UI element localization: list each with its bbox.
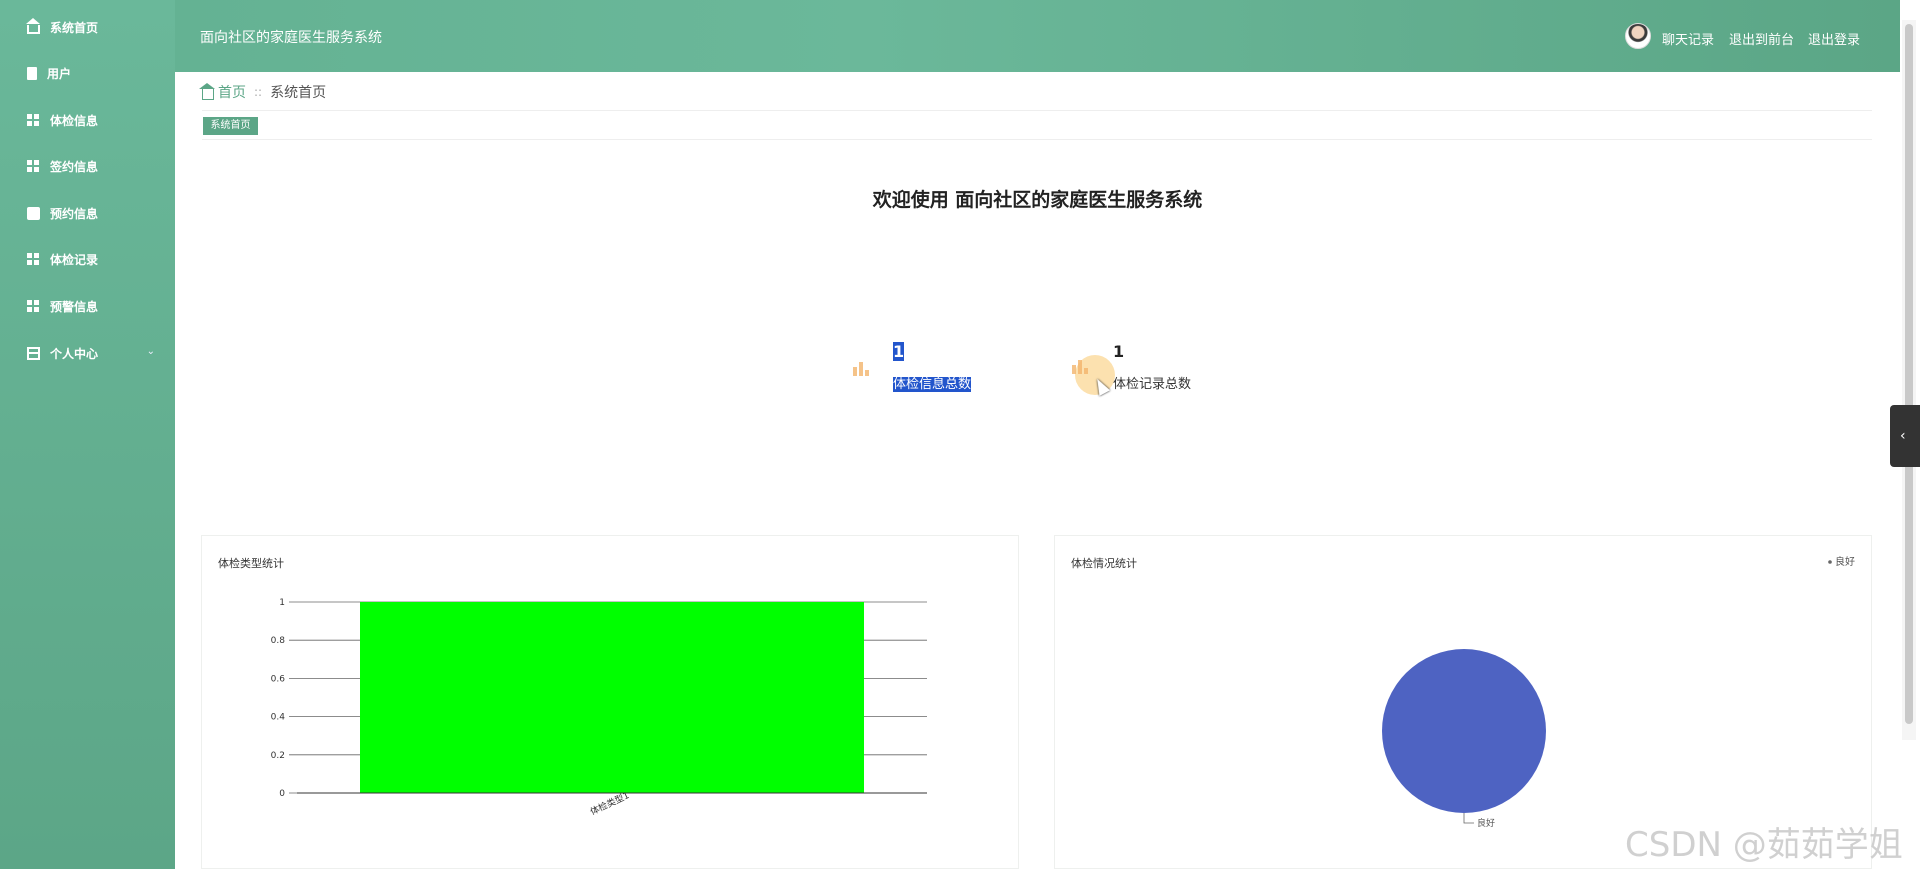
sidebar-item-contract-info[interactable]: 签约信息 [0,151,175,181]
watermark: CSDN @茹茹学姐 [1625,825,1903,865]
breadcrumb: 首页 :: 系统首页 [199,82,327,102]
label-leader-line [1463,813,1474,824]
welcome-heading: 欢迎使用 面向社区的家庭医生服务系统 [872,189,1203,211]
stat-value: 1 [1113,342,1125,361]
stat-label: 体检记录总数 [1113,377,1192,392]
bar-chart-icon [852,360,874,376]
sidebar-item-exam-records[interactable]: 体检记录 [0,244,175,274]
sidebar-item-label: 体检信息 [50,113,99,128]
user-doc-icon [27,66,37,80]
tab-home[interactable]: 系统首页 [203,117,258,135]
home-icon [199,82,215,100]
y-tick-label: 0 [279,789,285,799]
home-icon [26,17,40,34]
sidebar: 系统首页 用户 体检信息 签约信息 预约信息 体检记录 预警信息 个人中心 ⌄ [0,0,175,869]
breadcrumb-current: 系统首页 [270,85,327,101]
chart-card-exam-type: 体检类型统计 0 0.2 0.4 0.6 0.8 1 体检类型1 [201,535,1019,869]
chat-records-link[interactable]: 聊天记录 [1662,29,1714,48]
sidebar-item-label: 个人中心 [50,346,99,361]
y-tick-label: 0.6 [271,674,286,684]
sidebar-item-personal-center[interactable]: 个人中心 ⌄ [0,338,175,368]
y-tick-label: 1 [279,598,285,608]
bar-chart-icon [1071,358,1093,374]
divider [202,139,1872,140]
exit-to-frontend-link[interactable]: 退出到前台 [1729,29,1794,48]
y-tick-label: 0.2 [271,751,285,761]
side-panel-toggle[interactable]: ‹ [1890,405,1920,467]
stat-label: 体检信息总数 [893,377,972,392]
chevron-down-icon: ⌄ [146,346,155,357]
sidebar-item-warning-info[interactable]: 预警信息 [0,291,175,321]
y-tick-label: 0.4 [271,713,286,723]
grid-icon [27,252,40,266]
grid-icon [27,299,40,313]
sidebar-item-users[interactable]: 用户 [0,58,175,88]
sidebar-item-label: 签约信息 [50,159,99,174]
y-tick-label: 0.8 [271,636,286,646]
grid-icon [27,113,40,127]
avatar[interactable] [1625,23,1651,49]
logout-link[interactable]: 退出登录 [1808,29,1860,48]
legend-marker [1828,560,1832,564]
pie-slice [1382,649,1546,813]
sidebar-item-home[interactable]: 系统首页 [0,12,175,42]
bar-chart: 00.20.40.60.81体检类型1 [271,598,927,818]
sidebar-item-exam-info[interactable]: 体检信息 [0,105,175,135]
page-scrollbar[interactable] [1902,20,1916,740]
breadcrumb-separator: :: [254,85,263,99]
chevron-left-icon: ‹ [1900,428,1906,444]
top-header: 面向社区的家庭医生服务系统 聊天记录 退出到前台 退出登录 [175,0,1900,72]
scrollbar-thumb[interactable] [1905,24,1913,724]
sidebar-item-label: 用户 [47,66,72,81]
sidebar-item-label: 体检记录 [50,252,99,267]
stat-value: 1 [893,342,905,361]
app-root: 系统首页 用户 体检信息 签约信息 预约信息 体检记录 预警信息 个人中心 ⌄ … [0,0,1920,869]
legend-label: 良好 [1835,555,1855,568]
breadcrumb-home[interactable]: 首页 [218,82,246,102]
slice-label: 良好 [1477,817,1495,829]
system-title: 面向社区的家庭医生服务系统 [200,30,382,46]
sidebar-item-label: 预警信息 [50,299,99,314]
divider [202,110,1872,111]
frame-icon [27,346,40,360]
grid-icon [27,159,40,173]
bar [360,602,864,793]
sidebar-item-label: 系统首页 [50,20,99,35]
